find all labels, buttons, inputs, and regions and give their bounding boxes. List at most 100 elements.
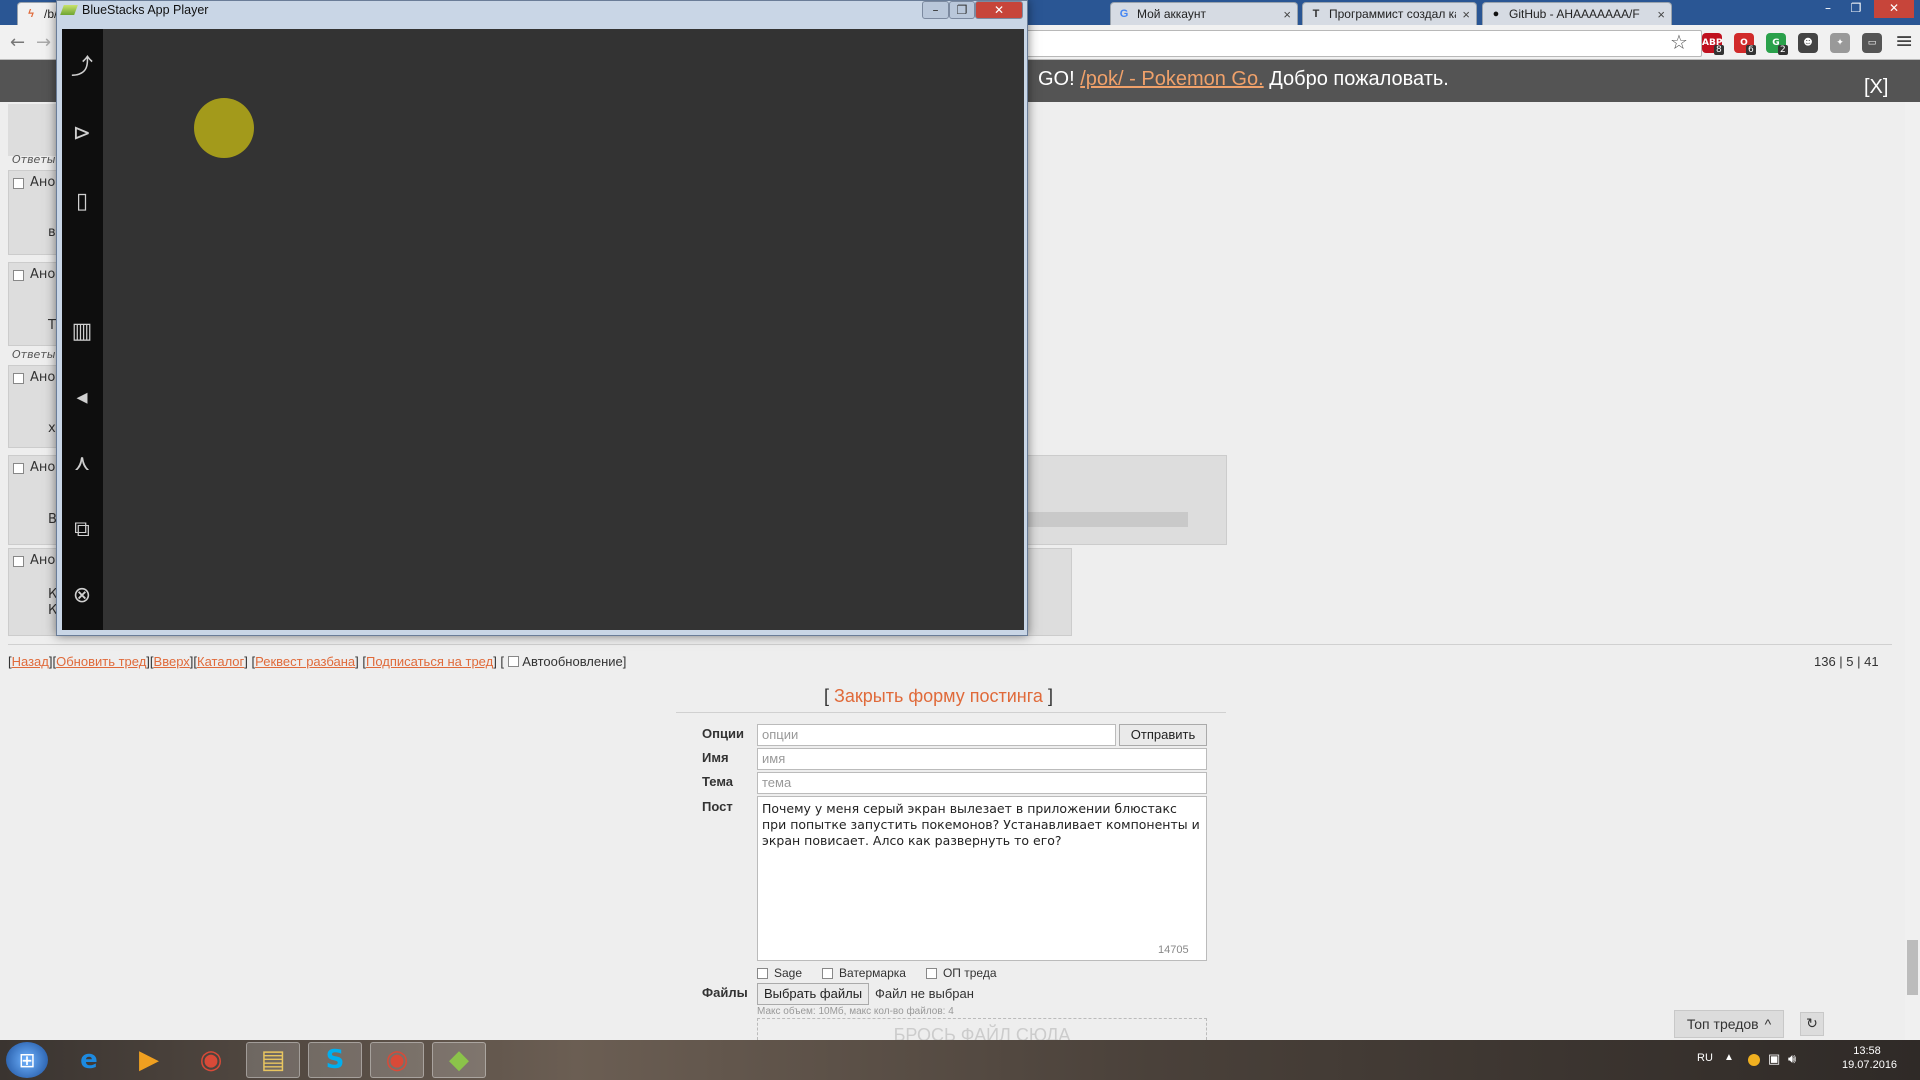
refresh-icon[interactable]: ↻ [1800,1012,1824,1036]
window-close-button[interactable]: ✕ [1874,0,1914,18]
name-label: Имя [702,750,729,765]
cast-icon[interactable]: ▭ [1862,33,1882,53]
banner-close-button[interactable]: [X] [1864,76,1888,99]
clock-date: 19.07.2016 [1842,1059,1898,1071]
network-icon[interactable]: ▣ [1768,1051,1780,1067]
extension-badge: 2 [1778,45,1788,55]
tj-icon: T [1312,8,1320,20]
tab-close-icon[interactable]: × [1283,7,1291,22]
bluestacks-close-button[interactable]: ✕ [975,1,1023,19]
chrome-icon: ◉ [199,1045,223,1075]
drop-zone[interactable]: БРОСЬ ФАЙЛ СЮДА [757,1018,1207,1040]
start-button[interactable]: ⊞ [6,1042,48,1078]
files-label: Файлы [702,985,748,1000]
nav-back-link[interactable]: Назад [12,654,49,669]
subject-input[interactable]: тема [757,772,1207,794]
chrome-icon-2: ◉ [385,1045,409,1075]
thread-nav: [Назад][Обновить тред][Вверх][Каталог] [… [8,654,627,669]
tab-close-icon[interactable]: × [1462,7,1470,22]
clock[interactable]: 13:58 19.07.2016 [1842,1045,1898,1071]
char-counter: 14705 [1158,944,1189,956]
close-form-toggle: [ Закрыть форму постинга ] [824,686,1053,706]
bookmark-star-icon[interactable]: ☆ [1670,30,1688,54]
home-icon[interactable]: ⊳ [66,118,98,150]
taskbar-app[interactable]: ◉ [370,1042,424,1078]
volume-icon[interactable]: 🔊︎ [1788,1051,1796,1067]
tab[interactable]: T Программист создал ка × [1302,2,1477,25]
post-checkbox[interactable] [13,178,24,189]
nav-refresh-link[interactable]: Обновить тред [56,654,146,669]
bluestacks-titlebar[interactable]: BlueStacks App Player [60,3,208,17]
tab-close-icon[interactable]: × [1657,7,1665,22]
op-label: ОП треда [942,966,997,980]
post-checkbox[interactable] [13,270,24,281]
options-input[interactable]: опции [757,724,1116,746]
subject-label: Тема [702,774,734,789]
send-button[interactable]: Отправить [1119,724,1207,746]
taskbar-app[interactable]: ▶ [122,1042,176,1078]
tab[interactable]: G Мой аккаунт × [1110,2,1298,25]
bluestacks-maximize-button[interactable]: ❐ [949,1,975,19]
bluestacks-icon: ◆ [449,1045,469,1075]
watermark-checkbox[interactable] [822,967,834,979]
nav-up-link[interactable]: Вверх [154,654,190,669]
nav-catalog-link[interactable]: Каталог [197,654,244,669]
location-icon[interactable]: ◂ [66,382,98,414]
taskbar-app[interactable]: ▤ [246,1042,300,1078]
collapse-arrow-icon[interactable]: ^ [1765,1016,1772,1032]
copy-icon[interactable]: ⧉ [66,514,98,546]
google-icon: G [1119,8,1129,20]
nav-subscribe-link[interactable]: Подписаться на тред [366,654,493,669]
post-author: Ано [30,175,56,190]
autoupdate-label: Автообновление [522,654,623,669]
mask-extension-icon[interactable]: ☻ [1798,33,1818,53]
tab[interactable]: ● GitHub - AHAAAAAAA/F × [1482,2,1672,25]
post-label: Пост [702,799,733,814]
chrome-menu-icon[interactable]: ≡ [1895,29,1913,54]
post-author: Ано [30,553,56,568]
taskbar-app[interactable]: e [62,1042,116,1078]
puzzle-extension-icon[interactable]: ✦ [1830,33,1850,53]
keyboard-icon[interactable]: ▥ [66,316,98,348]
nav-request-link[interactable]: Реквест разбана [255,654,355,669]
replies-label: Ответы [12,153,56,166]
post-checkbox[interactable] [13,373,24,384]
banner-prefix: GO! [1038,68,1075,90]
language-indicator[interactable]: RU [1697,1052,1713,1064]
window-maximize-button[interactable]: ❐ [1843,0,1869,18]
share-icon[interactable]: ⋏ [66,448,98,480]
recent-apps-icon[interactable]: ▯ [66,186,98,218]
taskbar-app[interactable]: ◉ [184,1042,238,1078]
post-checkbox[interactable] [13,556,24,567]
tab-title: Мой аккаунт [1137,7,1206,21]
scrollbar-thumb[interactable] [1907,940,1918,995]
bluestacks-minimize-button[interactable]: – [922,1,949,19]
op-checkbox[interactable] [925,967,937,979]
clock-time: 13:58 [1853,1045,1881,1057]
banner-board-link[interactable]: /pok/ - Pokemon Go. [1080,68,1263,90]
window-minimize-button[interactable]: – [1815,0,1841,18]
choose-files-button[interactable]: Выбрать файлы [757,983,869,1005]
tray-app-icon[interactable] [1748,1054,1760,1066]
taskbar-app[interactable]: ◆ [432,1042,486,1078]
forward-button[interactable]: → [36,32,51,53]
thread-counts: 136 | 5 | 41 [1814,654,1879,669]
sage-label: Sage [774,966,803,980]
page-scrollbar[interactable] [1905,102,1920,1040]
close-form-link[interactable]: Закрыть форму постинга [834,686,1043,706]
post-checkbox[interactable] [13,463,24,474]
taskbar-app[interactable]: S [308,1042,362,1078]
watermark-label: Ватермарка [839,966,906,980]
tray-expand-icon[interactable]: ▲ [1724,1052,1734,1063]
sage-checkbox[interactable] [757,967,768,979]
post-author: Ано [30,370,56,385]
name-input[interactable]: имя [757,748,1207,770]
top-threads-widget[interactable]: Топ тредов ^ [1674,1010,1784,1038]
back-arrow-icon[interactable]: ⤴ [66,52,98,84]
top-threads-label: Топ тредов [1686,1016,1759,1032]
autoupdate-checkbox[interactable] [507,656,519,667]
fire-icon: ϟ [28,8,34,20]
back-button[interactable]: ← [10,32,25,53]
close-circle-icon[interactable]: ⊗ [66,580,98,612]
post-textarea[interactable]: Почему у меня серый экран вылезает в при… [757,796,1207,961]
